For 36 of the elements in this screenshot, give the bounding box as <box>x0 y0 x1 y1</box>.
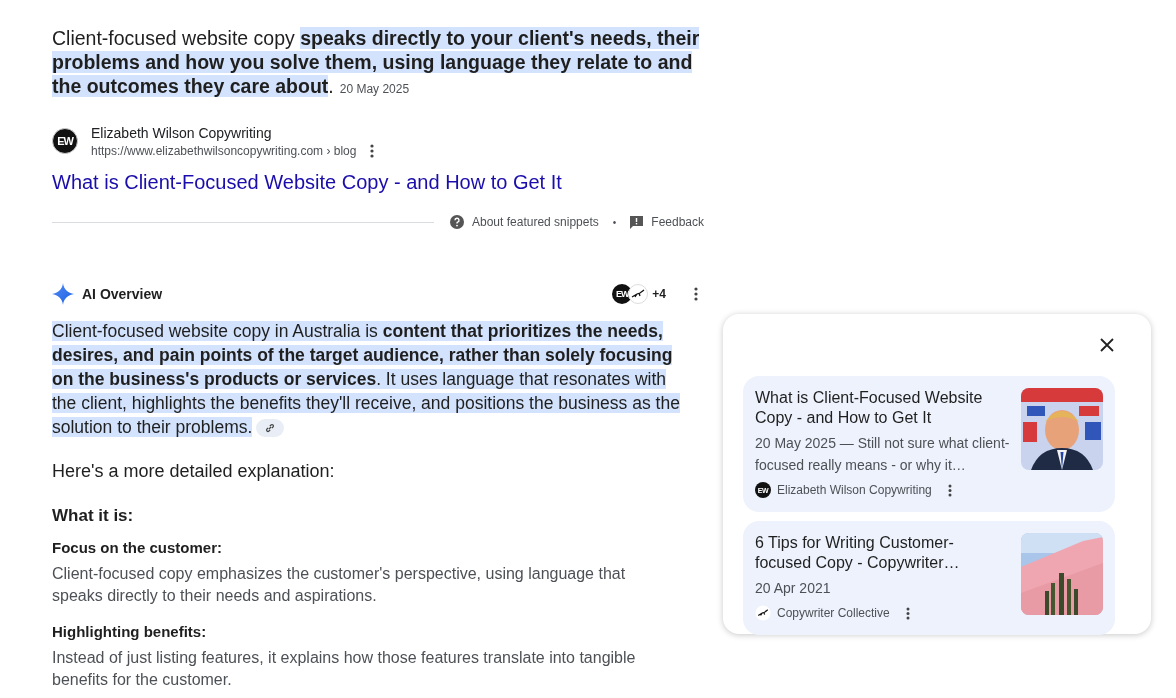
card-title: What is Client-Focused Website Copy - and How to Get It <box>755 388 984 428</box>
source-count[interactable]: +4 <box>652 287 666 301</box>
section-heading: What it is: <box>52 505 135 527</box>
feedback-link[interactable]: Feedback <box>651 215 704 229</box>
source-name: Copywriter Collective <box>777 606 890 620</box>
snippet-text: Client-focused website copy speaks directly to your client's needs, their problems and how you solve them, using language they relate to and the outcomes they care about. 20 May 2025 <box>52 26 701 99</box>
site-url: https://www.elizabethwilsoncopywriting.com › blog <box>91 143 357 159</box>
more-options-icon[interactable] <box>947 483 952 497</box>
insect-icon <box>755 605 771 621</box>
insect-icon <box>628 284 649 304</box>
about-snippets-link[interactable]: About featured snippets <box>472 215 599 229</box>
card-title: 6 Tips for Writing Customer-focused Copy - Copywriter… <box>755 533 961 573</box>
feedback-icon <box>630 215 644 229</box>
source-name: Elizabeth Wilson Copywriting <box>777 483 932 497</box>
point-text: Instead of just listing features, it explains how those features translate into tangible benefits for the customer. <box>52 648 637 690</box>
site-name: Elizabeth Wilson Copywriting <box>91 124 273 143</box>
source-card[interactable]: 6 Tips for Writing Customer-focused Copy - Copywriter… 20 Apr 2021 Copywriter Collective <box>743 521 1115 635</box>
card-snippet: 20 Apr 2021 <box>755 579 832 598</box>
link-icon[interactable] <box>256 419 285 438</box>
more-options-icon[interactable] <box>694 287 698 301</box>
result-link[interactable]: What is Client-Focused Website Copy - and How to Get It <box>52 169 562 195</box>
card-snippet: 20 May 2025 — Still not sure what client-focused really means - or why it… <box>755 434 1011 475</box>
separator: • <box>612 216 617 228</box>
close-icon[interactable] <box>1100 338 1114 352</box>
more-options-icon[interactable] <box>370 144 375 158</box>
help-icon <box>450 215 464 229</box>
ai-overview-title: AI Overview <box>82 286 163 302</box>
more-options-icon[interactable] <box>905 606 910 620</box>
explanation-intro: Here's a more detailed explanation: <box>52 460 336 483</box>
point-text: Client-focused copy emphasizes the customer's perspective, using language that speaks directly to their needs and aspirations. <box>52 564 627 606</box>
site-favicon: EW <box>52 128 78 154</box>
sparkle-icon <box>52 283 74 305</box>
point-title: Highlighting benefits: <box>52 622 208 642</box>
overview-paragraph: Client-focused website copy in Australia is content that prioritizes the needs, desires, and pain points of the target audience, rather than solely focusing on the business's products or services. It uses language that resonates with the client, highlights the benefits they'll receive, and positions the business as the solution to their problems. <box>52 320 681 439</box>
source-favicon: EW <box>612 284 633 304</box>
point-title: Focus on the customer: <box>52 538 224 558</box>
